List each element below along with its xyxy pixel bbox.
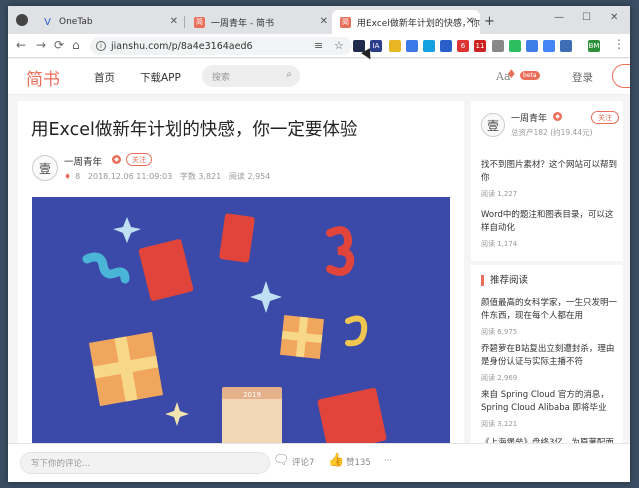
forward-icon[interactable]: → — [36, 38, 46, 52]
author-card: 壹 一周青年 ◆ 关注 总资产182 (约19.44元) 找不到图片素材？这个网… — [471, 101, 623, 261]
extension-badge-icon[interactable]: 11 — [474, 40, 486, 52]
browser-window: V OneTab ✕ 简 一周青年 - 简书 ✕ 简 用Excel做新年计划的快… — [8, 6, 630, 482]
extension-badge-icon[interactable]: 6 — [457, 40, 469, 52]
tab-article[interactable]: 简 用Excel做新年计划的快感，你一... ✕ — [332, 10, 480, 34]
jianshu-icon: 简 — [194, 16, 205, 28]
read-count: 阅读 2,954 — [228, 172, 271, 181]
nav-home[interactable]: 首页 — [94, 70, 115, 85]
tab-author[interactable]: 简 一周青年 - 简书 ✕ — [186, 10, 334, 34]
recommend-reads: 阅读 6,975 — [481, 328, 518, 336]
author-post-title[interactable]: Word中的题注和图表目录，可以这样自动化 — [481, 209, 617, 235]
publish-date: 2018.12.06 11:09:03 — [87, 172, 173, 181]
search-input[interactable]: 搜索 ⌕ — [202, 65, 300, 87]
extension-icon[interactable] — [406, 40, 418, 52]
extension-icon[interactable] — [440, 40, 452, 52]
recommend-title[interactable]: 乔碧萝在B站复出立刻遭封杀，理由是身份认证与实际主播不符 — [481, 343, 617, 369]
jianshu-icon: 简 — [340, 16, 351, 28]
maximize-icon[interactable]: ☐ — [582, 12, 591, 23]
bottom-action-bar: 写下你的评论... 🗨 评论7 👍 赞135 ··· — [8, 443, 630, 482]
author-post-reads: 阅读 1,174 — [481, 240, 518, 248]
comment-count[interactable]: 评论7 — [292, 456, 314, 468]
tab-onetab[interactable]: V OneTab ✕ — [34, 10, 184, 34]
diamond-icon[interactable]: ♦ — [506, 67, 517, 81]
diamond-icon: ♦ — [64, 172, 72, 181]
like-icon[interactable]: 👍 — [328, 453, 344, 468]
register-button[interactable] — [612, 64, 630, 88]
sidebar-avatar[interactable]: 壹 — [481, 113, 505, 137]
author-post-title[interactable]: 找不到图片素材？这个网站可以帮到你 — [481, 159, 617, 185]
back-icon[interactable]: ← — [16, 38, 26, 52]
recommend-reads: 阅读 3,121 — [481, 420, 518, 428]
extension-icon[interactable] — [560, 40, 572, 52]
url-text: jianshu.com/p/8a4e3164aed6 — [111, 40, 253, 52]
site-logo[interactable]: 简书 — [26, 65, 60, 90]
info-icon[interactable]: i — [96, 41, 106, 51]
browser-toolbar: ← → ⟳ ⌂ i jianshu.com/p/8a4e3164aed6 ≡ ☆… — [8, 34, 630, 58]
extension-bm-icon[interactable]: BM — [588, 40, 600, 52]
extension-icon[interactable] — [492, 40, 504, 52]
close-window-icon[interactable]: ✕ — [610, 12, 618, 23]
author-badge-icon: ◆ — [112, 155, 121, 164]
minimize-icon[interactable]: — — [554, 12, 564, 23]
follow-button[interactable]: 关注 — [126, 153, 152, 166]
new-tab-button[interactable]: + — [484, 14, 495, 29]
author-post-reads: 阅读 1,227 — [481, 190, 518, 198]
author-assets: 总资产182 (约19.44元) — [511, 128, 593, 137]
nav-download-app[interactable]: 下载APP — [140, 70, 181, 85]
author-name[interactable]: 一周青年 — [64, 154, 102, 168]
close-tab-icon[interactable]: ✕ — [170, 16, 178, 27]
site-header: 简书 首页 下载APP 搜索 ⌕ Aa ♦ beta 登录 — [8, 59, 630, 95]
comment-icon[interactable]: 🗨 — [273, 453, 290, 468]
like-count[interactable]: 赞135 — [346, 456, 371, 468]
sidebar-follow-button[interactable]: 关注 — [591, 111, 619, 124]
diamond-count: 8 — [75, 172, 81, 181]
close-tab-icon[interactable]: ✕ — [320, 16, 328, 27]
reader-mode-icon[interactable]: ≡ — [314, 39, 323, 52]
comment-placeholder: 写下你的评论... — [31, 459, 91, 469]
recommend-reads: 阅读 2,969 — [481, 374, 518, 382]
article-card: 用Excel做新年计划的快感，你一定要体验 壹 一周青年 ◆ 关注 ♦ 8 201… — [18, 101, 464, 482]
comment-input[interactable]: 写下你的评论... — [20, 452, 270, 474]
extension-ia-icon[interactable]: IA — [370, 40, 382, 52]
extension-icon[interactable] — [526, 40, 538, 52]
hero-illustration: 2019 — [32, 197, 450, 482]
author-badge-icon: ◆ — [553, 112, 562, 121]
home-icon[interactable]: ⌂ — [72, 38, 80, 52]
search-icon[interactable]: ⌕ — [286, 69, 292, 80]
onetab-icon: V — [44, 16, 51, 28]
tab-divider — [184, 16, 185, 28]
recommend-title[interactable]: 颜值最高的女科学家，一生只发明一件东西，现在每个人都在用 — [481, 297, 617, 323]
tab-strip: V OneTab ✕ 简 一周青年 - 简书 ✕ 简 用Excel做新年计划的快… — [8, 6, 630, 34]
reload-icon[interactable]: ⟳ — [54, 38, 64, 52]
beta-badge: beta — [520, 71, 540, 80]
calendar-label: 2019 — [243, 391, 261, 399]
bookmark-star-icon[interactable]: ☆ — [334, 39, 344, 52]
page-content: 用Excel做新年计划的快感，你一定要体验 壹 一周青年 ◆ 关注 ♦ 8 201… — [8, 95, 630, 482]
search-placeholder: 搜索 — [212, 72, 231, 83]
close-tab-icon[interactable]: ✕ — [466, 16, 474, 27]
login-link[interactable]: 登录 — [572, 70, 593, 85]
menu-icon[interactable]: ⋮ — [613, 37, 625, 51]
article-title: 用Excel做新年计划的快感，你一定要体验 — [31, 120, 358, 140]
extension-icon[interactable] — [423, 40, 435, 52]
word-count: 字数 3,821 — [179, 172, 222, 181]
recommend-title[interactable]: 来自 Spring Cloud 官方的消息，Spring Cloud Aliba… — [481, 389, 617, 415]
evernote-icon[interactable] — [509, 40, 521, 52]
address-bar[interactable]: i jianshu.com/p/8a4e3164aed6 ≡ ☆ — [90, 37, 352, 55]
sidebar-author-name[interactable]: 一周青年 — [511, 111, 547, 124]
recommend-heading: 推荐阅读 — [481, 275, 528, 286]
article-meta: ♦ 8 2018.12.06 11:09:03 字数 3,821 阅读 2,954 — [64, 171, 270, 182]
extension-icon[interactable] — [543, 40, 555, 52]
hero-image: 2019 — [32, 197, 450, 482]
avatar[interactable]: 壹 — [32, 155, 58, 181]
extension-icon[interactable] — [353, 40, 365, 52]
extension-icon[interactable] — [389, 40, 401, 52]
profile-icon[interactable] — [16, 14, 28, 26]
more-icon[interactable]: ··· — [384, 456, 392, 466]
